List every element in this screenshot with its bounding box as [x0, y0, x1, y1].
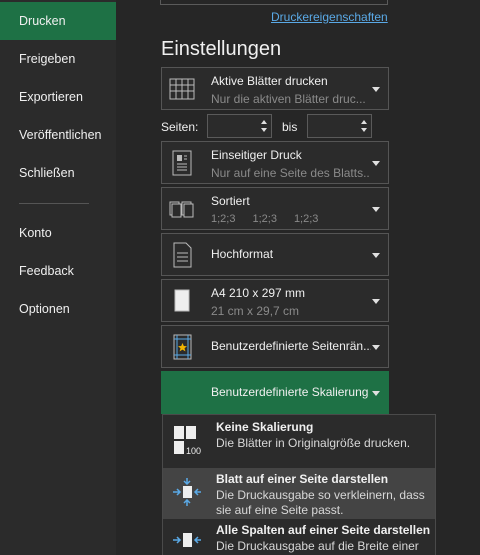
- nav-item-exportieren[interactable]: Exportieren: [0, 78, 116, 116]
- pages-to-input[interactable]: [310, 117, 358, 135]
- chevron-down-icon: [372, 344, 380, 350]
- scaling-option-fit-sheet[interactable]: Blatt auf einer Seite darstellen Die Dru…: [163, 468, 435, 519]
- backstage-nav: Drucken Freigeben Exportieren Veröffentl…: [0, 0, 116, 555]
- fit-sheet-icon: [173, 478, 201, 506]
- portrait-page-icon: [173, 242, 192, 267]
- paper-size-dropdown[interactable]: A4 210 x 297 mm 21 cm x 29,7 cm: [161, 279, 389, 322]
- scaling-option-desc: Die Druckausgabe so verkleinern, dass si…: [216, 488, 425, 517]
- scaling-option-fit-columns[interactable]: Alle Spalten auf einer Seite darstellen …: [163, 520, 435, 555]
- collation-title: Sortiert: [211, 194, 250, 208]
- no-scaling-icon: 100: [174, 426, 201, 456]
- pages-from-stepper[interactable]: [207, 114, 272, 138]
- orientation-dropdown[interactable]: Hochformat: [161, 233, 389, 276]
- margins-icon: [173, 334, 192, 359]
- scaling-option-title: Blatt auf einer Seite darstellen: [216, 472, 389, 486]
- nav-item-freigeben[interactable]: Freigeben: [0, 40, 116, 78]
- scaling-option-desc: Die Druckausgabe auf die Breite einer: [216, 539, 419, 553]
- no-scaling-icon-badge: 100: [186, 446, 201, 456]
- nav-item-veroeffentlichen[interactable]: Veröffentlichen: [0, 116, 116, 154]
- printer-selector-fragment[interactable]: [160, 0, 388, 5]
- scaling-menu: 100 Keine Skalierung Die Blätter in Orig…: [162, 414, 436, 555]
- nav-item-drucken[interactable]: Drucken: [0, 2, 116, 40]
- margins-title: Benutzerdefinierte Seitenrän...: [211, 339, 371, 353]
- chevron-down-icon: [372, 86, 380, 92]
- scaling-dropdown[interactable]: Benutzerdefinierte Skalierung: [161, 371, 389, 414]
- chevron-down-icon: [372, 390, 380, 396]
- pages-to-stepper[interactable]: [307, 114, 372, 138]
- increment-arrow-icon[interactable]: [361, 120, 367, 124]
- chevron-down-icon: [372, 252, 380, 258]
- scaling-title: Benutzerdefinierte Skalierung: [211, 385, 369, 399]
- pages-label: Seiten:: [161, 120, 199, 134]
- scaling-option-desc: Die Blätter in Originalgröße drucken.: [216, 436, 411, 450]
- print-what-title: Aktive Blätter drucken: [211, 74, 328, 88]
- settings-title: Einstellungen: [161, 38, 282, 60]
- collated-pages-icon: [169, 201, 194, 217]
- chevron-down-icon: [372, 206, 380, 212]
- print-what-dropdown[interactable]: Aktive Blätter drucken Nur die aktiven B…: [161, 67, 389, 110]
- one-sided-page-icon: [172, 150, 192, 175]
- collation-dropdown[interactable]: Sortiert 1;2;3 1;2;3 1;2;3: [161, 187, 389, 230]
- nav-item-feedback[interactable]: Feedback: [0, 252, 116, 290]
- collation-sequence-item: 1;2;3: [211, 213, 236, 225]
- print-what-subtitle: Nur die aktiven Blätter druc...: [211, 92, 366, 106]
- pages-to-label: bis: [282, 120, 298, 134]
- increment-arrow-icon[interactable]: [261, 120, 267, 124]
- scaling-option-title: Keine Skalierung: [216, 420, 314, 434]
- paper-icon: [174, 289, 190, 311]
- orientation-title: Hochformat: [211, 247, 274, 261]
- chevron-down-icon: [372, 160, 380, 166]
- nav-divider: [19, 203, 89, 204]
- nav-item-konto[interactable]: Konto: [0, 214, 116, 252]
- nav-item-schliessen[interactable]: Schließen: [0, 154, 116, 192]
- printer-properties-link[interactable]: Druckereigenschaften: [271, 10, 388, 24]
- collation-sequence-item: 1;2;3: [252, 213, 277, 225]
- pages-from-input[interactable]: [210, 117, 258, 135]
- margins-dropdown[interactable]: Benutzerdefinierte Seitenrän...: [161, 325, 389, 368]
- nav-item-optionen[interactable]: Optionen: [0, 290, 116, 328]
- chevron-down-icon: [372, 298, 380, 304]
- paper-subtitle: 21 cm x 29,7 cm: [211, 304, 300, 318]
- scaling-option-no-scaling[interactable]: 100 Keine Skalierung Die Blätter in Orig…: [163, 415, 435, 467]
- sides-title: Einseitiger Druck: [211, 148, 302, 162]
- paper-title: A4 210 x 297 mm: [211, 286, 306, 300]
- decrement-arrow-icon[interactable]: [361, 128, 367, 132]
- sheets-icon: [169, 78, 195, 99]
- print-settings-panel: Druckereigenschaften Einstellungen Aktiv…: [116, 0, 480, 555]
- scaling-option-title: Alle Spalten auf einer Seite darstellen: [216, 523, 431, 537]
- collation-sequence: 1;2;3 1;2;3 1;2;3: [211, 213, 335, 225]
- fit-columns-icon: [173, 533, 201, 547]
- collation-sequence-item: 1;2;3: [293, 213, 319, 225]
- decrement-arrow-icon[interactable]: [261, 128, 267, 132]
- sides-dropdown[interactable]: Einseitiger Druck Nur auf eine Seite des…: [161, 141, 389, 184]
- sides-subtitle: Nur auf eine Seite des Blatts...: [211, 166, 369, 180]
